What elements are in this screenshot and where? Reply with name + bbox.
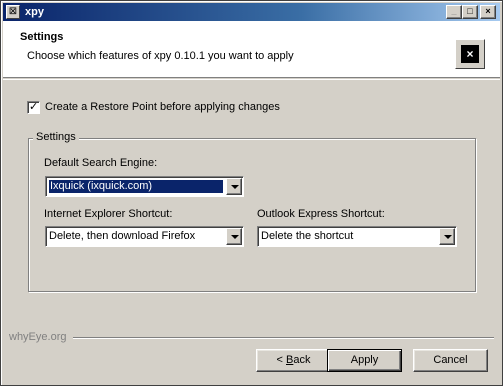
- ie-shortcut-select[interactable]: Delete, then download Firefox: [45, 226, 244, 247]
- close-button[interactable]: ×: [480, 5, 496, 19]
- title-bar[interactable]: ⊠ xpy _ □ ×: [3, 3, 500, 21]
- back-button[interactable]: < Back: [256, 349, 331, 372]
- search-engine-select[interactable]: Ixquick (ixquick.com): [45, 176, 244, 197]
- ie-shortcut-label: Internet Explorer Shortcut:: [44, 208, 173, 220]
- header-divider: [3, 79, 500, 80]
- restore-point-label[interactable]: Create a Restore Point before applying c…: [45, 101, 280, 114]
- settings-group-legend: Settings: [33, 131, 79, 144]
- brand-label: whyEye.org: [9, 331, 67, 343]
- ie-shortcut-value: Delete, then download Firefox: [49, 230, 196, 242]
- back-button-rest: ack: [293, 354, 311, 366]
- checkmark-icon: ✓: [29, 101, 39, 113]
- oe-shortcut-label: Outlook Express Shortcut:: [257, 208, 385, 220]
- search-engine-label: Default Search Engine:: [44, 157, 158, 169]
- page-header: Settings Choose which features of xpy 0.…: [3, 21, 500, 78]
- page-title: Settings: [20, 31, 64, 43]
- oe-shortcut-select[interactable]: Delete the shortcut: [257, 226, 457, 247]
- window-title: xpy: [25, 6, 44, 18]
- search-engine-value: Ixquick (ixquick.com): [48, 179, 224, 194]
- back-button-prefix: <: [276, 354, 286, 366]
- page-subtitle: Choose which features of xpy 0.10.1 you …: [27, 50, 294, 62]
- cancel-button[interactable]: Cancel: [413, 349, 488, 372]
- chevron-down-icon[interactable]: [226, 178, 242, 195]
- restore-point-checkbox[interactable]: ✓: [27, 101, 40, 114]
- apply-button[interactable]: Apply: [327, 349, 402, 372]
- app-icon[interactable]: ⊠: [6, 5, 20, 19]
- chevron-down-icon[interactable]: [439, 228, 455, 245]
- logo-glyph: ×: [459, 43, 481, 65]
- setup-window: ⊠ xpy _ □ × Settings Choose which featur…: [0, 0, 503, 386]
- minimize-button[interactable]: _: [446, 5, 462, 19]
- oe-shortcut-value: Delete the shortcut: [261, 230, 354, 242]
- footer-divider: [73, 337, 494, 339]
- chevron-down-icon[interactable]: [226, 228, 242, 245]
- xpy-logo-icon: ×: [455, 39, 485, 69]
- maximize-button[interactable]: □: [462, 5, 478, 19]
